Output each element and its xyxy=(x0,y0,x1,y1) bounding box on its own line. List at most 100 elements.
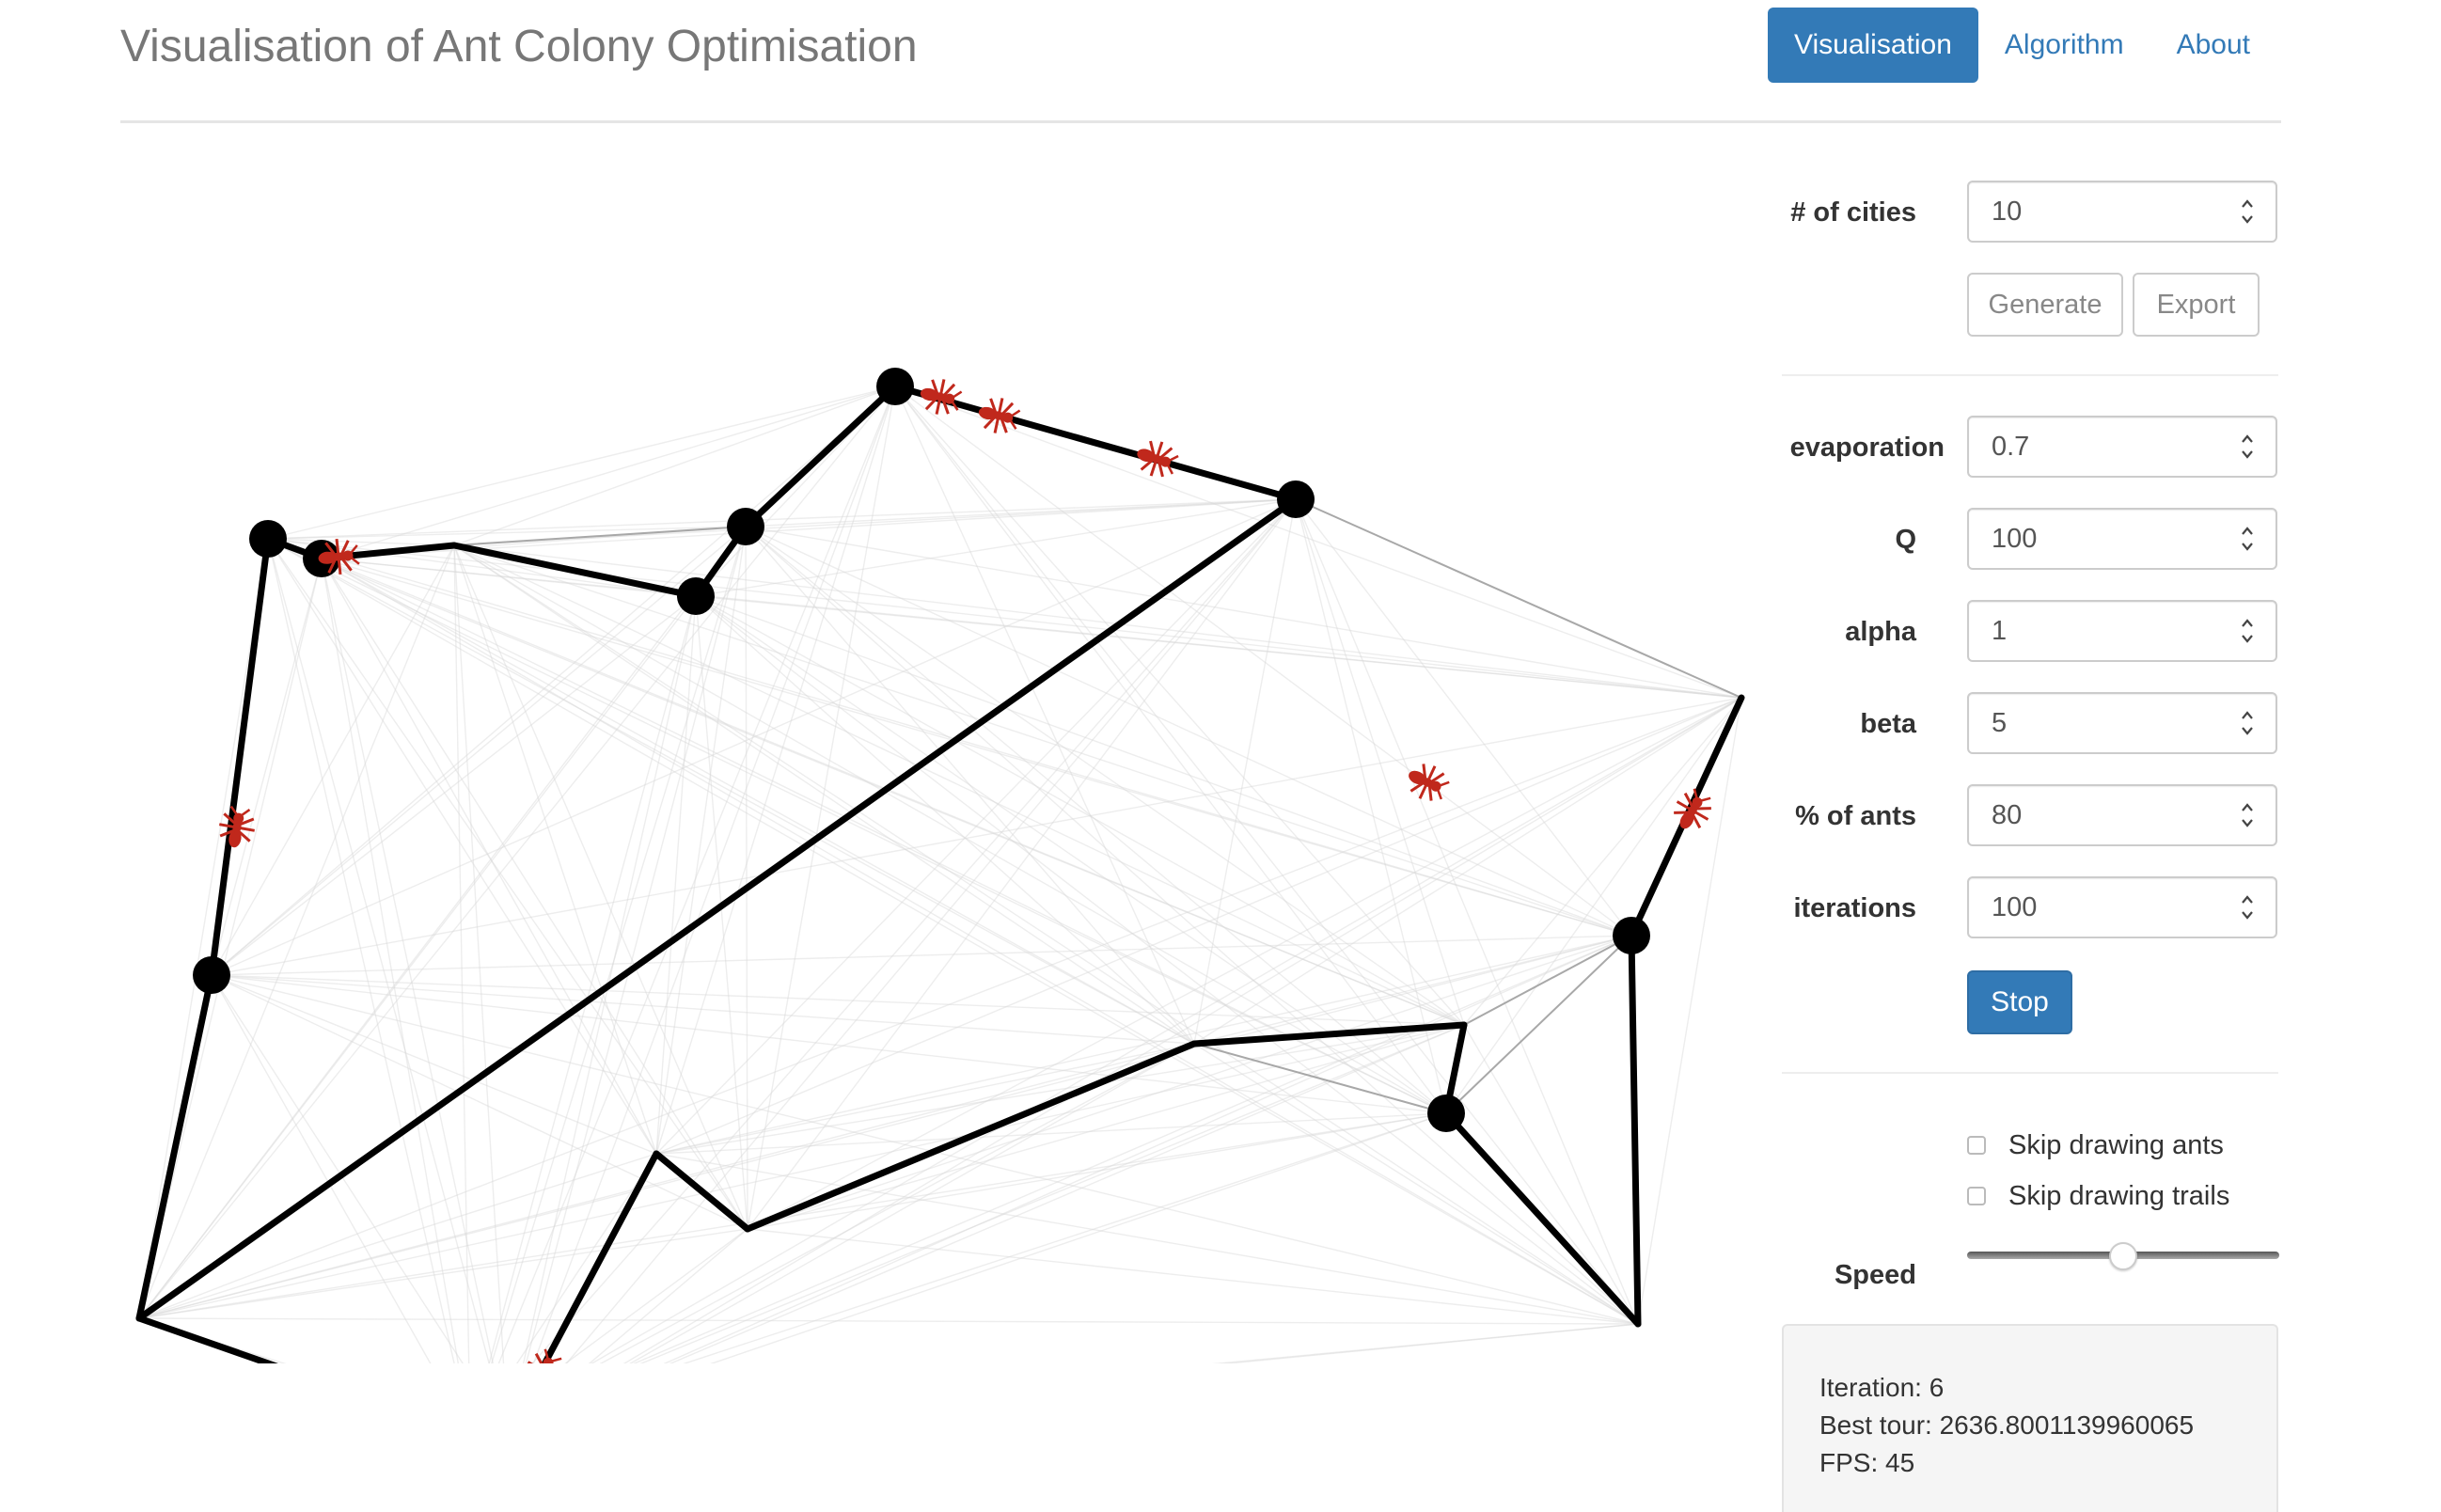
pheromone-trail xyxy=(211,974,432,1363)
pheromone-trail xyxy=(138,538,269,1319)
best-tour-status: Best tour: 2636.8001139960065 xyxy=(1819,1410,2195,1440)
page-title: Visualisation of Ant Colony Optimisation xyxy=(120,22,918,71)
pheromone-trail xyxy=(138,1024,1465,1319)
pheromone-trail xyxy=(1295,498,1465,1026)
pheromone-trail xyxy=(267,538,657,1155)
pheromone-trail xyxy=(622,697,1742,1363)
pheromone-trail xyxy=(655,526,747,1155)
pheromone-trail xyxy=(1445,935,1632,1114)
aco-visualisation-page: Visualisation of Ant Colony Optimisation… xyxy=(0,0,2441,1512)
pheromone-trail xyxy=(745,526,1195,1045)
tour-edge xyxy=(891,383,1299,503)
spinner-arrows-icon[interactable] xyxy=(2240,706,2255,740)
ant-icon xyxy=(1400,756,1455,809)
pheromone-trail xyxy=(525,526,747,1363)
tour-edge xyxy=(135,1315,278,1363)
evaporation-value: 0.7 xyxy=(1992,432,2030,462)
speed-slider[interactable] xyxy=(1967,1239,2279,1286)
pheromone-trail xyxy=(453,544,1447,1114)
section-divider xyxy=(1782,374,2278,376)
alpha-input[interactable]: 1 xyxy=(1967,600,2277,662)
pheromone-trail xyxy=(565,498,1297,1363)
tour-edge xyxy=(208,535,272,979)
beta-value: 5 xyxy=(1992,708,2008,738)
cities-value: 10 xyxy=(1992,197,2023,227)
ant-icon xyxy=(916,373,965,420)
spinner-arrows-icon[interactable] xyxy=(2240,798,2255,832)
nav-algorithm[interactable]: Algorithm xyxy=(1978,8,2150,83)
q-value: 100 xyxy=(1992,524,2038,554)
city-node xyxy=(677,577,715,615)
generate-button[interactable]: Generate xyxy=(1967,273,2123,337)
evaporation-input[interactable]: 0.7 xyxy=(1967,416,2277,478)
pheromone-trail xyxy=(138,386,896,1319)
skip-ants-label: Skip drawing ants xyxy=(2008,1129,2224,1160)
pheromone-trail xyxy=(655,595,697,1155)
beta-input[interactable]: 5 xyxy=(1967,692,2277,754)
export-button[interactable]: Export xyxy=(2133,273,2260,337)
pheromone-trail xyxy=(894,386,1195,1045)
spinner-arrows-icon[interactable] xyxy=(2240,430,2255,464)
aco-canvas[interactable] xyxy=(0,141,1768,1363)
skip-ants-checkbox[interactable] xyxy=(1967,1136,1986,1155)
pheromone-trail xyxy=(211,526,747,976)
pheromone-trail xyxy=(655,935,1632,1155)
pheromone-trail xyxy=(1463,1024,1639,1325)
iterations-label: iterations xyxy=(1793,893,1916,923)
pheromone-trail xyxy=(531,498,1297,1363)
ants-input[interactable]: 80 xyxy=(1967,784,2277,846)
iteration-status: Iteration: 6 xyxy=(1819,1373,1945,1402)
stop-button[interactable]: Stop xyxy=(1967,970,2072,1034)
alpha-label: alpha xyxy=(1845,617,1916,647)
city-node xyxy=(727,508,764,545)
section-divider xyxy=(1782,1072,2278,1074)
pheromone-trail xyxy=(211,935,1632,976)
pheromone-trail xyxy=(321,386,896,559)
spinner-arrows-icon[interactable] xyxy=(2240,195,2255,228)
city-node xyxy=(876,368,914,405)
pheromone-trail xyxy=(138,1228,748,1319)
pheromone-trail xyxy=(894,386,1742,699)
speed-label: Speed xyxy=(1834,1260,1916,1290)
nav-about[interactable]: About xyxy=(2150,8,2276,83)
pheromone-trail xyxy=(211,974,1447,1114)
pheromone-trail xyxy=(211,697,1742,976)
alpha-value: 1 xyxy=(1992,616,2008,646)
speed-slider-thumb[interactable] xyxy=(2109,1242,2137,1270)
pheromone-trails xyxy=(138,386,1742,1363)
skip-trails-toggle[interactable]: Skip drawing trails xyxy=(1967,1177,2229,1215)
header-divider xyxy=(120,120,2281,123)
q-label: Q xyxy=(1895,525,1916,555)
q-input[interactable]: 100 xyxy=(1967,508,2277,570)
pheromone-trail xyxy=(1463,935,1632,1026)
pheromone-trail xyxy=(747,935,1632,1230)
nav-visualisation[interactable]: Visualisation xyxy=(1768,8,1978,83)
pheromone-trail xyxy=(894,386,1632,937)
spinner-arrows-icon[interactable] xyxy=(2240,522,2255,556)
pheromone-trail xyxy=(1463,697,1742,1026)
pheromone-trail xyxy=(453,544,1639,1325)
spinner-arrows-icon[interactable] xyxy=(2240,890,2255,924)
pheromone-trail xyxy=(211,386,896,976)
skip-ants-toggle[interactable]: Skip drawing ants xyxy=(1967,1126,2224,1164)
pheromone-trail xyxy=(138,697,1742,1319)
pheromone-trail xyxy=(894,386,1639,1325)
spinner-arrows-icon[interactable] xyxy=(2240,614,2255,648)
pheromone-trail xyxy=(453,386,896,546)
pheromone-trail xyxy=(747,1228,1639,1325)
tour-edge xyxy=(135,496,1299,1322)
pheromone-trail xyxy=(695,595,1632,937)
pheromone-trail xyxy=(745,526,1632,937)
pheromone-trail xyxy=(522,595,697,1363)
skip-trails-checkbox[interactable] xyxy=(1967,1187,1986,1205)
skip-trails-label: Skip drawing trails xyxy=(2008,1180,2230,1211)
pheromone-trail xyxy=(695,595,1465,1026)
pheromone-trail xyxy=(655,498,1297,1155)
pheromone-trail xyxy=(267,538,1639,1325)
iterations-input[interactable]: 100 xyxy=(1967,876,2277,938)
pheromone-trail xyxy=(267,386,896,540)
pheromone-trail xyxy=(1193,498,1297,1045)
pheromone-trail xyxy=(655,1024,1465,1155)
pheromone-trail xyxy=(138,1317,1639,1325)
cities-input[interactable]: 10 xyxy=(1967,181,2277,243)
